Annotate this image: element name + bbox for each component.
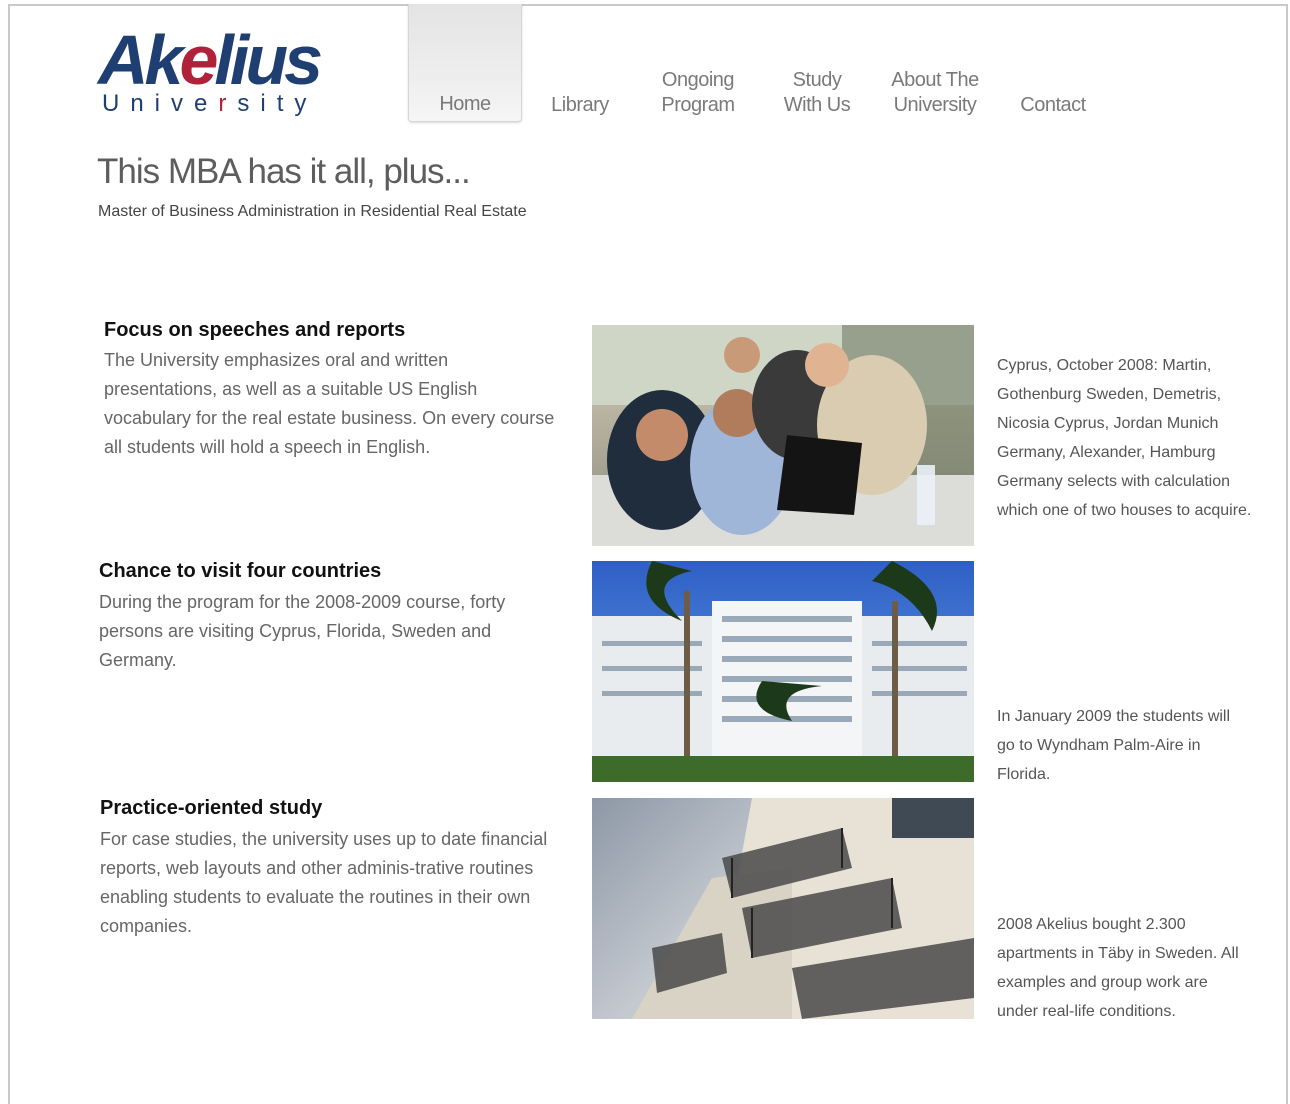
- photo-caption: In January 2009 the students will go to …: [997, 708, 1231, 783]
- photo-apartment-balconies: [592, 798, 974, 1019]
- logo-wordmark: Akelius: [98, 21, 323, 99]
- photo-caption: Cyprus, October 2008: Martin, Gothenburg…: [997, 357, 1252, 519]
- section-title: Chance to visit four countries: [99, 560, 382, 582]
- photo-palm-resort: [592, 561, 974, 782]
- nav-contact[interactable]: Contact: [1004, 4, 1102, 122]
- section-body: During the program for the 2008-2009 cou…: [99, 592, 506, 670]
- photo-students-meeting: [592, 325, 974, 546]
- nav-about-the-university[interactable]: About The University: [880, 4, 990, 122]
- page-subheading: Master of Business Administration in Res…: [98, 203, 527, 220]
- nav-study-with-us[interactable]: Study With Us: [766, 4, 868, 122]
- akelius-logo[interactable]: Akelius University: [98, 22, 328, 122]
- section-body: For case studies, the university uses up…: [100, 829, 548, 936]
- page-headline: This MBA has it all, plus...: [97, 152, 471, 191]
- photo-caption: 2008 Akelius bought 2.300 apartments in …: [997, 916, 1239, 1020]
- main-nav: Home Library Ongoing Program Study With Us…: [406, 4, 1106, 124]
- nav-library[interactable]: Library: [532, 4, 628, 122]
- section-title: Practice-oriented study: [100, 797, 323, 819]
- section-title: Focus on speeches and reports: [104, 319, 406, 341]
- nav-ongoing-program[interactable]: Ongoing Program: [644, 4, 752, 122]
- section-body: The University emphasizes oral and writt…: [104, 350, 555, 457]
- nav-home[interactable]: Home: [408, 4, 522, 122]
- logo-subtitle: University: [102, 90, 318, 117]
